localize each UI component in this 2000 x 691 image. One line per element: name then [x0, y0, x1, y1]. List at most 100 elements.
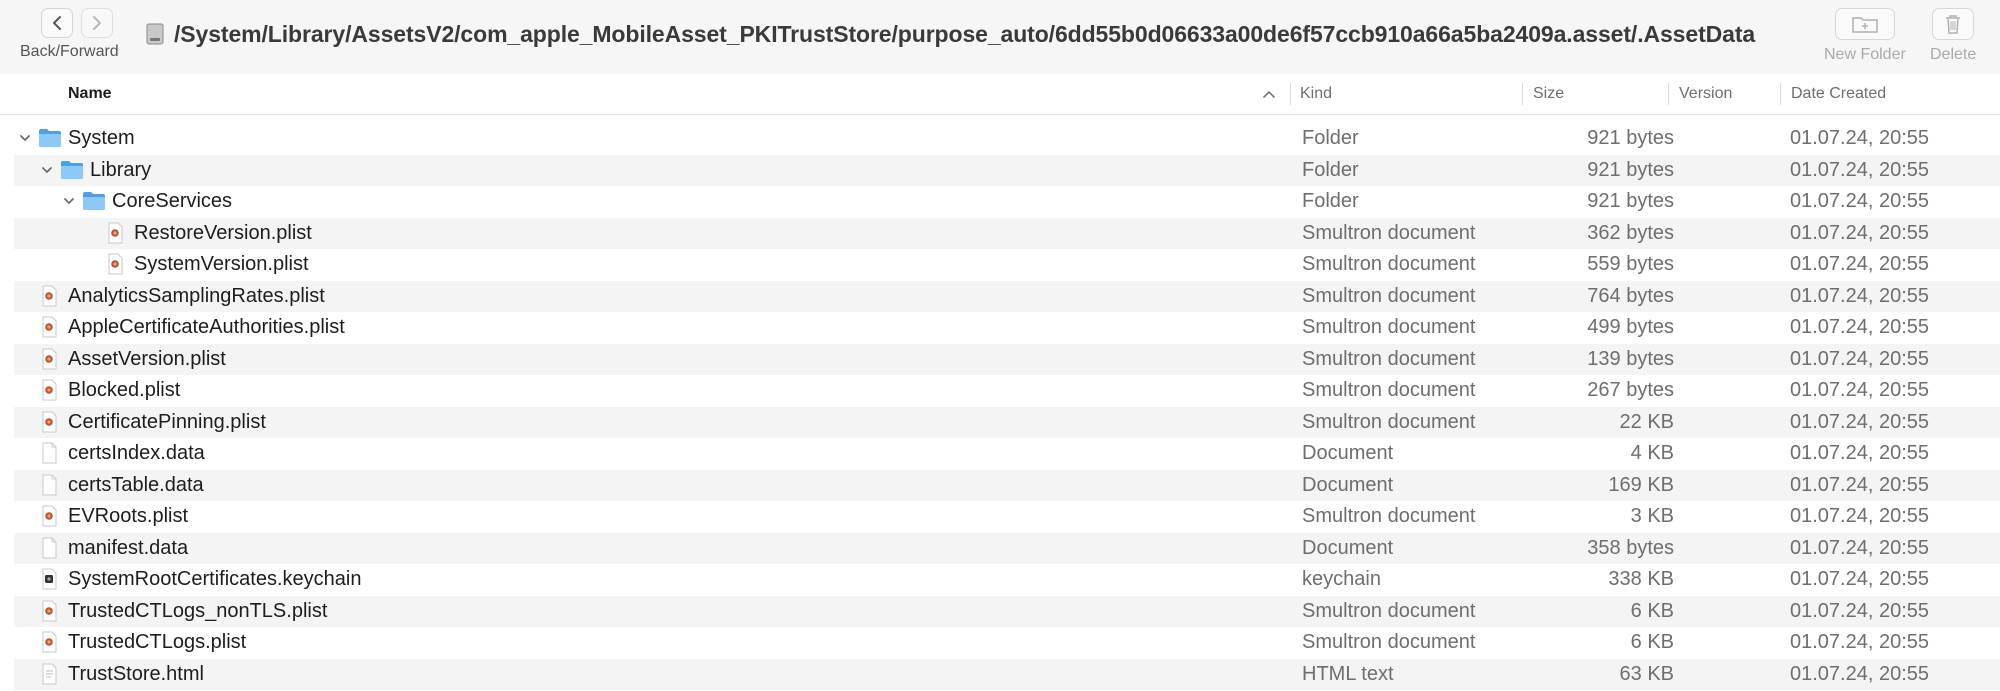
column-separator — [1780, 83, 1781, 105]
file-name: manifest.data — [68, 536, 189, 559]
file-size: 499 bytes — [1587, 316, 1674, 338]
new-folder-label: New Folder — [1824, 46, 1906, 63]
file-date-created: 01.07.24, 20:55 — [1790, 536, 1930, 559]
file-kind: keychain — [1302, 568, 1381, 590]
new-folder-button[interactable]: New Folder — [1824, 8, 1906, 64]
column-separator — [1522, 83, 1523, 105]
file-row[interactable]: AppleCertificateAuthorities.plist Smultro… — [14, 312, 2000, 344]
forward-button[interactable] — [81, 8, 113, 38]
column-kind[interactable]: Kind — [1300, 74, 1332, 114]
file-row[interactable]: CertificatePinning.plist Smultron documen… — [14, 406, 2000, 438]
plist-icon — [38, 348, 60, 376]
file-name: SystemRootCertificates.keychain — [68, 568, 362, 590]
file-row[interactable]: certsIndex.data Document 4 KB 01.07.24, 20:… — [14, 438, 2000, 470]
file-name: EVRoots.plist — [68, 505, 189, 527]
disclosure-expanded-icon[interactable] — [40, 163, 54, 177]
file-row[interactable]: SystemRootCertificates.keychain keychain 3… — [14, 564, 2000, 596]
file-row[interactable]: System Folder 921 bytes 01.07.24, 20:55 — [14, 123, 2000, 155]
back-forward-group: Back/Forward — [20, 8, 120, 61]
file-size: 921 bytes — [1587, 127, 1674, 149]
column-size[interactable]: Size — [1533, 74, 1564, 114]
file-date-created: 01.07.24, 20:55 — [1790, 253, 1930, 275]
column-version[interactable]: Version — [1679, 74, 1732, 114]
file-row[interactable]: AnalyticsSamplingRates.plist Smultron doc… — [14, 280, 2000, 313]
chevron-right-icon — [93, 16, 101, 30]
file-kind: Smultron document — [1302, 379, 1476, 401]
delete-button[interactable]: Delete — [1930, 8, 1976, 64]
file-size: 3 KB — [1630, 505, 1674, 527]
disk-icon — [146, 23, 164, 45]
file-row[interactable]: TrustedCTLogs.plist Smultron document 6 KB… — [14, 627, 2000, 659]
file-name: System — [68, 127, 135, 149]
file-row[interactable]: EVRoots.plist Smultron document 3 KB 01.07.… — [14, 501, 2000, 533]
file-name: RestoreVersion.plist — [134, 221, 312, 244]
file-row[interactable]: CoreServices Folder 921 bytes 01.07.24, 20:… — [14, 186, 2000, 218]
file-kind: Folder — [1302, 158, 1359, 181]
plist-icon — [38, 505, 60, 533]
sort-ascending-icon — [1263, 90, 1275, 98]
file-row[interactable]: certsTable.data Document 169 KB 01.07.24, 2… — [14, 469, 2000, 501]
plist-icon — [104, 253, 126, 281]
html-document-icon — [38, 663, 60, 691]
keychain-icon — [38, 568, 60, 596]
file-size: 6 KB — [1630, 599, 1674, 622]
file-kind: Smultron document — [1302, 599, 1476, 622]
file-kind: Smultron document — [1302, 347, 1476, 370]
file-kind: Smultron document — [1302, 410, 1476, 433]
folder-icon — [82, 190, 106, 218]
file-size: 267 bytes — [1587, 379, 1674, 401]
file-date-created: 01.07.24, 20:55 — [1790, 190, 1930, 212]
disclosure-expanded-icon[interactable] — [18, 131, 32, 145]
column-name[interactable]: Name — [68, 74, 112, 114]
back-button[interactable] — [41, 8, 73, 38]
file-name: certsIndex.data — [68, 442, 205, 464]
file-row[interactable]: TrustedCTLogs_nonTLS.plist Smultron docum… — [14, 595, 2000, 627]
file-size: 764 bytes — [1587, 284, 1674, 307]
file-row[interactable]: manifest.data Document 358 bytes 01.07.24, … — [14, 532, 2000, 565]
disclosure-expanded-icon[interactable] — [62, 194, 76, 208]
file-name: SystemVersion.plist — [134, 253, 309, 275]
file-date-created: 01.07.24, 20:55 — [1790, 379, 1930, 401]
file-row[interactable]: AssetVersion.plist Smultron document 139 b… — [14, 343, 2000, 376]
column-separator — [1668, 83, 1669, 105]
plist-icon — [38, 379, 60, 407]
file-date-created: 01.07.24, 20:55 — [1790, 158, 1930, 181]
file-date-created: 01.07.24, 20:55 — [1790, 347, 1930, 370]
file-row[interactable]: Library Folder 921 bytes 01.07.24, 20:55 — [14, 154, 2000, 186]
plist-icon — [104, 222, 126, 250]
document-icon — [38, 442, 60, 470]
file-kind: Smultron document — [1302, 631, 1476, 653]
file-row[interactable]: Blocked.plist Smultron document 267 bytes 0… — [14, 375, 2000, 407]
file-kind: Folder — [1302, 190, 1359, 212]
file-name: CertificatePinning.plist — [68, 410, 266, 433]
file-size: 4 KB — [1630, 442, 1674, 464]
plist-icon — [38, 285, 60, 313]
file-date-created: 01.07.24, 20:55 — [1790, 505, 1930, 527]
file-row[interactable]: RestoreVersion.plist Smultron document 362… — [14, 217, 2000, 250]
file-date-created: 01.07.24, 20:55 — [1790, 284, 1930, 307]
file-name: Blocked.plist — [68, 379, 181, 401]
file-name: AssetVersion.plist — [68, 347, 226, 370]
file-kind: Document — [1302, 536, 1394, 559]
file-list: System Folder 921 bytes 01.07.24, 20:55 Libr… — [14, 123, 2000, 690]
chevron-left-icon — [53, 16, 61, 30]
file-row[interactable]: TrustStore.html HTML text 63 KB 01.07.24, 2… — [14, 658, 2000, 691]
file-date-created: 01.07.24, 20:55 — [1790, 631, 1930, 653]
column-date-created[interactable]: Date Created — [1791, 74, 1886, 114]
file-name: TrustedCTLogs.plist — [68, 631, 247, 653]
file-kind: Smultron document — [1302, 221, 1476, 244]
file-name: CoreServices — [112, 190, 233, 212]
plist-icon — [38, 316, 60, 344]
file-kind: Smultron document — [1302, 253, 1476, 275]
file-kind: Document — [1302, 442, 1394, 464]
file-kind: Smultron document — [1302, 316, 1476, 338]
document-icon — [38, 537, 60, 565]
file-kind: Folder — [1302, 127, 1359, 149]
file-name: AnalyticsSamplingRates.plist — [68, 284, 325, 307]
file-name: AppleCertificateAuthorities.plist — [68, 316, 345, 338]
column-separator — [1290, 83, 1291, 105]
file-kind: HTML text — [1302, 662, 1394, 685]
file-row[interactable]: SystemVersion.plist Smultron document 559 … — [14, 249, 2000, 281]
file-kind: Smultron document — [1302, 284, 1476, 307]
file-date-created: 01.07.24, 20:55 — [1790, 442, 1930, 464]
